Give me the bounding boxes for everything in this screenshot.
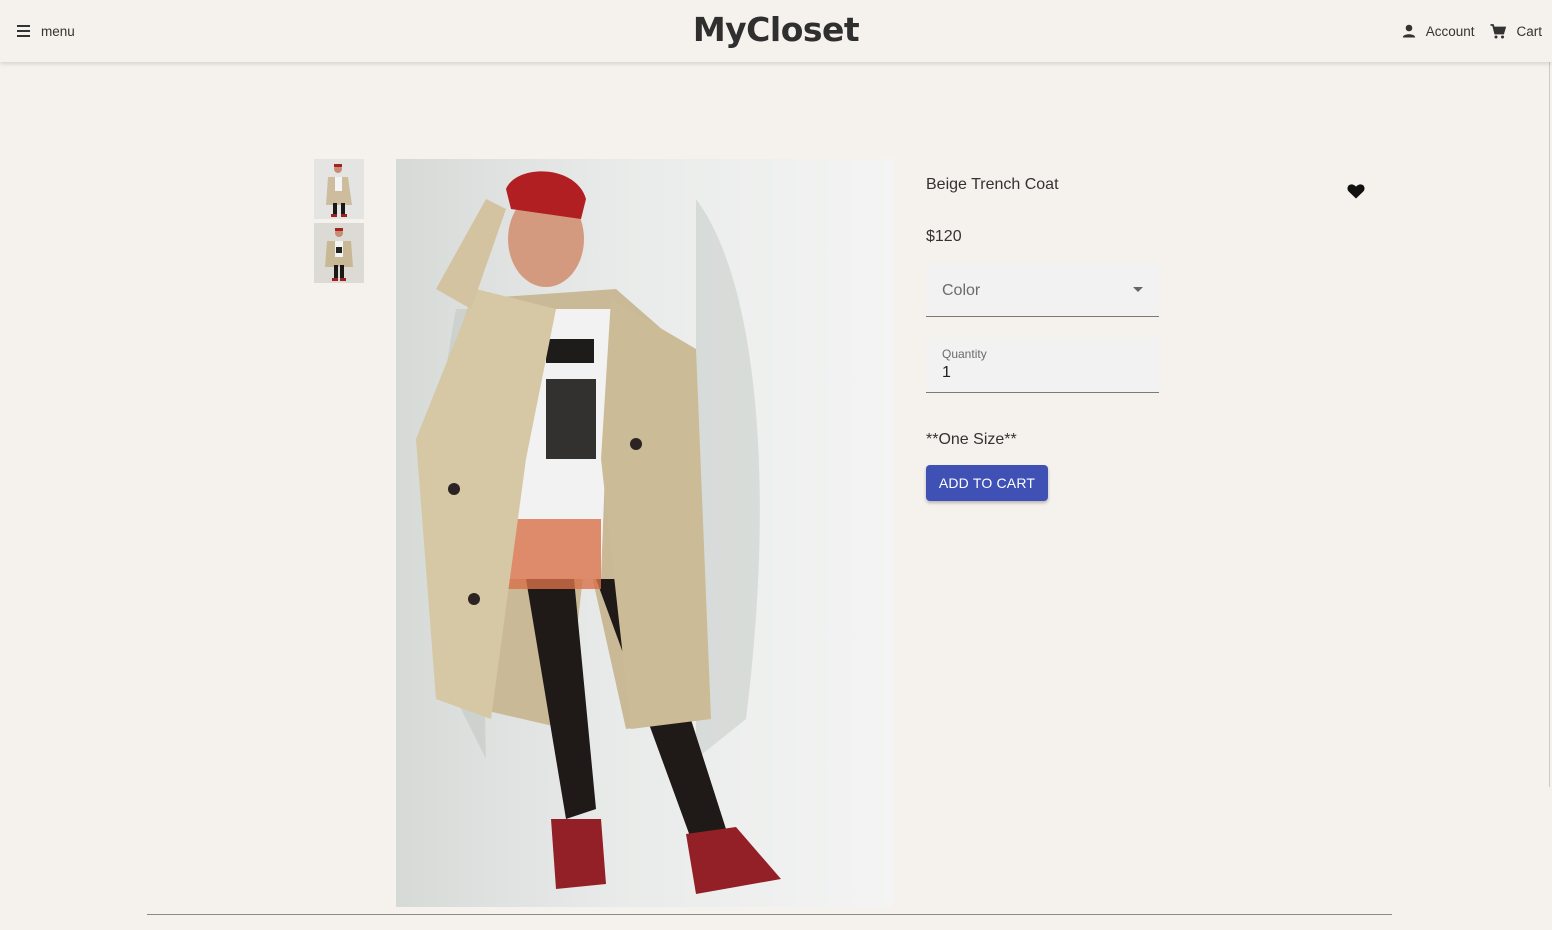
size-note: **One Size**: [926, 431, 1017, 448]
product-thumbnail[interactable]: [314, 223, 364, 283]
menu-label: menu: [41, 23, 75, 39]
add-to-cart-button[interactable]: ADD TO CART: [926, 465, 1048, 501]
color-select-label: Color: [942, 282, 981, 299]
cart-link[interactable]: Cart: [1490, 24, 1542, 39]
product-main-image: [396, 159, 894, 907]
thumbnail-gallery: [314, 159, 364, 287]
site-logo[interactable]: MyCloset: [693, 10, 860, 49]
product-price: $120: [926, 228, 962, 245]
color-select[interactable]: Color: [926, 262, 1159, 317]
shopping-cart-icon: [1490, 23, 1507, 38]
heart-icon: [1347, 184, 1365, 199]
divider: [147, 914, 1392, 915]
header-actions: Account Cart: [1402, 18, 1542, 44]
product-title: Beige Trench Coat: [926, 176, 1059, 193]
product-thumbnail[interactable]: [314, 159, 364, 219]
account-link[interactable]: Account: [1402, 23, 1475, 39]
menu-button[interactable]: menu: [16, 18, 75, 44]
top-app-bar: menu MyCloset Account Cart: [0, 0, 1552, 62]
quantity-label: Quantity: [942, 347, 987, 361]
scrollbar[interactable]: [1549, 62, 1550, 787]
cart-label: Cart: [1516, 23, 1542, 39]
menu-icon: [17, 25, 30, 37]
quantity-input[interactable]: 1: [942, 364, 951, 382]
quantity-field[interactable]: Quantity 1: [926, 338, 1159, 393]
favorite-button[interactable]: [1347, 183, 1365, 204]
account-label: Account: [1425, 23, 1475, 39]
caret-down-icon: [1133, 287, 1143, 292]
person-icon: [1402, 24, 1415, 38]
